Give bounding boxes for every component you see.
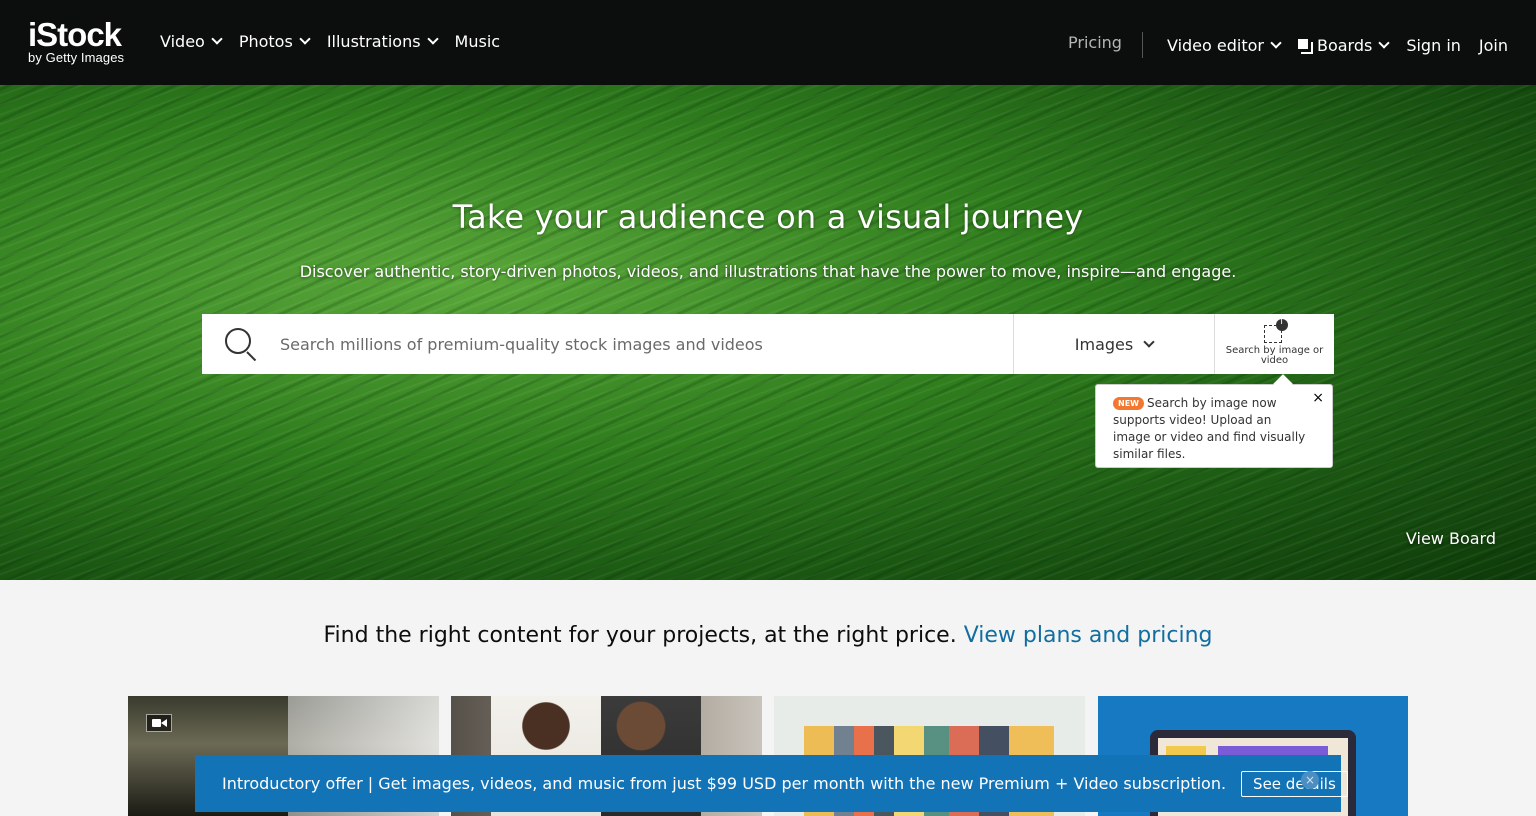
search-icon[interactable] bbox=[202, 314, 280, 374]
image-upload-icon bbox=[1262, 316, 1288, 345]
chevron-down-icon bbox=[426, 33, 439, 45]
nav-illustrations[interactable]: Illustrations bbox=[326, 32, 439, 51]
search-input[interactable] bbox=[280, 314, 1013, 374]
nav-illustrations-label: Illustrations bbox=[326, 32, 421, 51]
chevron-down-icon bbox=[1270, 36, 1282, 49]
close-icon[interactable]: × bbox=[1312, 390, 1324, 407]
chevron-down-icon bbox=[1143, 335, 1155, 348]
close-icon[interactable]: × bbox=[1301, 771, 1319, 789]
chevron-down-icon bbox=[299, 33, 311, 45]
primary-nav: Video Photos Illustrations Music bbox=[160, 32, 500, 51]
nav-photos[interactable]: Photos bbox=[238, 32, 311, 51]
search-by-image-button[interactable]: Search by image or video bbox=[1214, 314, 1334, 374]
search-by-image-label: Search by image or video bbox=[1225, 345, 1324, 366]
logo-tagline: by Getty Images bbox=[28, 50, 125, 65]
nav-photos-label: Photos bbox=[238, 32, 293, 51]
view-board-link[interactable]: View Board bbox=[1406, 529, 1496, 548]
nav-boards-label: Boards bbox=[1316, 35, 1373, 55]
view-plans-link[interactable]: View plans and pricing bbox=[964, 623, 1213, 648]
nav-sign-in[interactable]: Sign in bbox=[1406, 36, 1461, 55]
search-type-value: Images bbox=[1074, 334, 1134, 354]
nav-join[interactable]: Join bbox=[1479, 36, 1508, 55]
promo-text: Find the right content for your projects… bbox=[323, 623, 957, 648]
nav-pricing[interactable]: Pricing bbox=[1068, 32, 1143, 58]
offer-text: Introductory offer | Get images, videos,… bbox=[222, 774, 1227, 793]
chevron-down-icon bbox=[1378, 36, 1390, 49]
search-type-select[interactable]: Images bbox=[1013, 314, 1214, 374]
hero-banner: Take your audience on a visual journey D… bbox=[0, 85, 1536, 580]
nav-video-editor[interactable]: Video editor bbox=[1166, 35, 1282, 55]
video-camera-icon bbox=[146, 714, 172, 732]
new-badge: NEW bbox=[1113, 397, 1144, 410]
search-by-image-tooltip: NEW Search by image now supports video! U… bbox=[1095, 384, 1333, 468]
see-details-button[interactable]: See details bbox=[1241, 770, 1348, 797]
nav-boards[interactable]: Boards bbox=[1297, 35, 1390, 55]
top-navigation: iStock by Getty Images Video Photos Illu… bbox=[0, 0, 1536, 85]
nav-video-editor-label: Video editor bbox=[1166, 35, 1264, 55]
pricing-promo: Find the right content for your projects… bbox=[0, 623, 1536, 648]
boards-icon bbox=[1297, 38, 1313, 54]
chevron-down-icon bbox=[211, 33, 223, 45]
intro-offer-banner: Introductory offer | Get images, videos,… bbox=[195, 755, 1348, 812]
istock-logo[interactable]: iStock by Getty Images bbox=[28, 18, 124, 65]
search-bar: Images Search by image or video bbox=[202, 314, 1334, 374]
hero-title: Take your audience on a visual journey bbox=[452, 198, 1084, 236]
nav-music[interactable]: Music bbox=[455, 32, 501, 51]
nav-music-label: Music bbox=[454, 32, 501, 51]
nav-video[interactable]: Video bbox=[160, 32, 223, 51]
logo-wordmark: iStock bbox=[28, 16, 122, 53]
secondary-nav: Pricing Video editor Boards Sign in Join bbox=[1068, 32, 1508, 58]
hero-subtitle: Discover authentic, story-driven photos,… bbox=[299, 262, 1237, 281]
nav-video-label: Video bbox=[160, 32, 205, 51]
